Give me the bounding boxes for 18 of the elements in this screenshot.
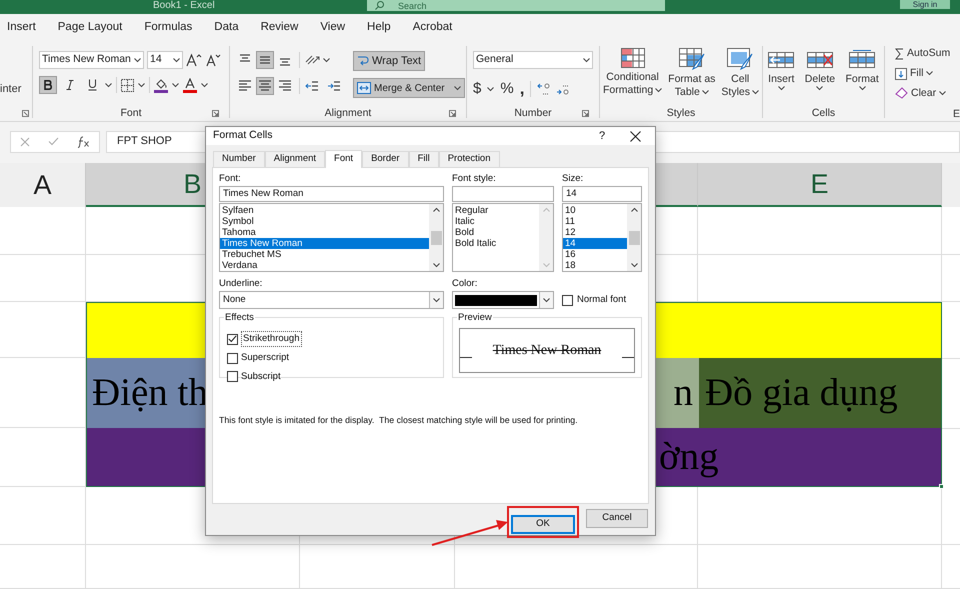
field-label: Size: (562, 173, 584, 185)
group-label: Number (514, 106, 552, 122)
group-label: Alignment (324, 106, 372, 122)
checkbox-label: Strikethrough (241, 331, 302, 348)
window-title: Book1 - Excel (153, 0, 215, 12)
field-label: Underline: (219, 278, 264, 290)
group-label: Cells (812, 106, 836, 122)
checkbox-label: Normal font (577, 292, 626, 307)
field-label: Color: (452, 278, 478, 290)
group-label: Font (120, 106, 142, 122)
preview-text: Times New Roman (492, 342, 602, 360)
group-label: Styles (666, 106, 696, 122)
field-label: Font: (219, 173, 242, 185)
checkbox-label: Superscript (241, 351, 290, 366)
dialog-title: Format Cells (213, 128, 274, 144)
note-text: This font style is imitated for the display. The closest matching style will be used for printing. (219, 414, 579, 427)
field-label: Font style: (452, 173, 497, 185)
group-label: E (952, 107, 960, 121)
